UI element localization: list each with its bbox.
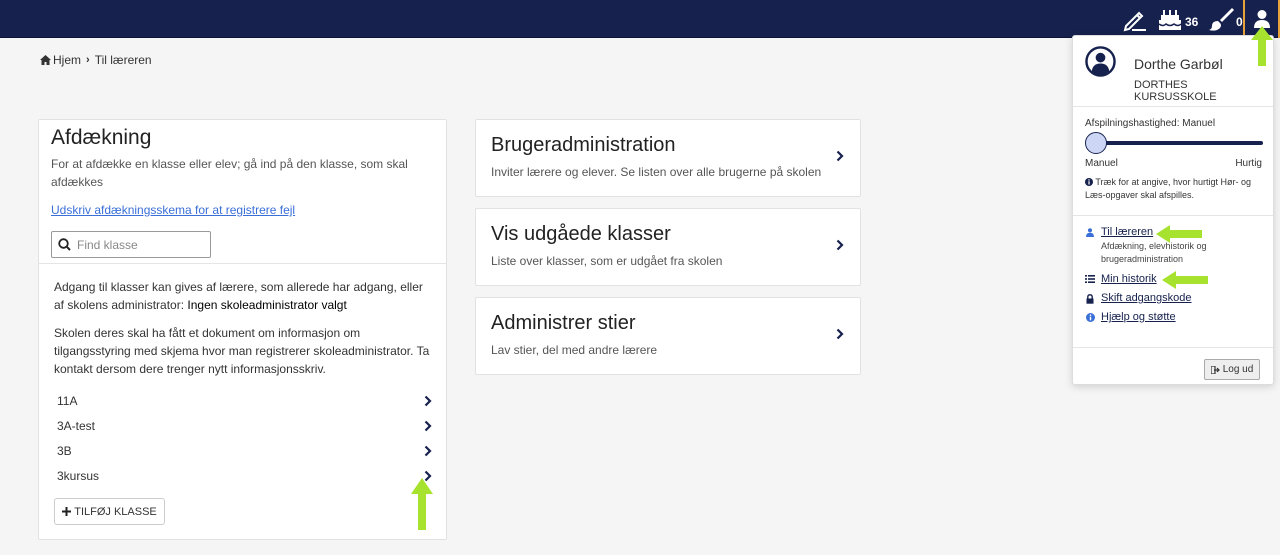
- slider-max-label: Hurtig: [1235, 158, 1262, 169]
- top-navbar: 36 0: [0, 0, 1280, 38]
- annotation-arrow-up-icon: [411, 478, 433, 530]
- search-icon: [58, 238, 71, 251]
- class-name: 11A: [57, 393, 78, 408]
- afdaekning-panel: Afdækning For at afdække en klasse eller…: [38, 119, 447, 540]
- class-row[interactable]: 3A-test: [57, 413, 432, 438]
- class-row[interactable]: 3B: [57, 438, 432, 463]
- card-brugeradministration[interactable]: Brugeradministration Inviter lærere og e…: [475, 119, 861, 197]
- cake-button[interactable]: 36: [1157, 0, 1198, 38]
- speed-hint: Træk for at angive, hvor hurtigt Hør- og…: [1085, 176, 1267, 202]
- menu-link-hjaelp-og-stoette[interactable]: Hjælp og støtte: [1101, 311, 1176, 323]
- pencil-button[interactable]: [1122, 0, 1148, 38]
- afdaekning-description: For at afdække en klasse eller elev; gå …: [51, 157, 408, 189]
- divider: [1073, 106, 1273, 107]
- avatar-icon: [1085, 46, 1116, 77]
- cake-icon: [1158, 10, 1182, 30]
- find-class-input[interactable]: [77, 237, 197, 252]
- card-vis-udgaaede-klasser[interactable]: Vis udgåede klasser Liste over klasser, …: [475, 208, 861, 286]
- menu-item-description: Afdækning, elevhistorik og brugeradminis…: [1101, 241, 1207, 264]
- menu-item-hjaelp-og-stoette[interactable]: Hjælp og støtte: [1085, 311, 1270, 323]
- afdaekning-title: Afdækning: [51, 126, 152, 149]
- menu-link-skift-adgangskode[interactable]: Skift adgangskode: [1101, 292, 1192, 304]
- user-name: Dorthe Garbøl: [1134, 56, 1223, 72]
- class-name: 3kursus: [57, 468, 100, 483]
- brush-count: 0: [1236, 15, 1243, 29]
- plus-icon: [62, 507, 72, 516]
- card-administrer-stier[interactable]: Administrer stier Lav stier, del med and…: [475, 297, 861, 375]
- add-class-label: TILFØJ KLASSE: [74, 505, 157, 518]
- add-class-button[interactable]: TILFØJ KLASSE: [54, 498, 165, 525]
- cake-count: 36: [1185, 15, 1199, 29]
- class-row[interactable]: 11A: [57, 388, 432, 413]
- chevron-right-icon: [424, 420, 432, 431]
- slider-min-label: Manuel: [1085, 158, 1118, 169]
- chevron-right-icon: [424, 445, 432, 456]
- class-row[interactable]: 3kursus: [57, 463, 432, 488]
- breadcrumb: Hjem › Til læreren: [40, 53, 152, 67]
- class-list: 11A 3A-test 3B 3kursus: [57, 388, 432, 488]
- divider: [1073, 347, 1273, 348]
- pencil-icon: [1123, 11, 1146, 32]
- brush-button[interactable]: 0: [1208, 0, 1243, 38]
- tilgang-info: Skolen deres skal ha fått et dokument om…: [54, 326, 430, 376]
- chevron-right-icon: [424, 395, 432, 406]
- sign-out-icon: [1210, 365, 1220, 374]
- card-subtitle: Lav stier, del med andre lærere: [491, 343, 658, 357]
- card-title: Vis udgåede klasser: [491, 223, 671, 245]
- chevron-right-icon: [836, 150, 844, 162]
- chevron-right-icon: [836, 328, 844, 340]
- menu-link-min-historik[interactable]: Min historik: [1101, 273, 1157, 285]
- card-title: Administrer stier: [491, 312, 636, 334]
- logout-button[interactable]: Log ud: [1204, 359, 1260, 380]
- user-school: DORTHES KURSUSSKOLE: [1134, 79, 1217, 103]
- info-icon: [1085, 313, 1095, 322]
- class-name: 3B: [57, 443, 72, 458]
- list-icon: [1085, 275, 1095, 283]
- brush-icon: [1209, 8, 1234, 31]
- breadcrumb-current: Til læreren: [94, 53, 152, 67]
- user-icon: [1086, 228, 1094, 237]
- speed-hint-text: Træk for at angive, hvor hurtigt Hør- og…: [1085, 177, 1252, 200]
- menu-item-skift-adgangskode[interactable]: Skift adgangskode: [1085, 292, 1270, 304]
- access-admin: Ingen skoleadministrator valgt: [187, 298, 347, 312]
- access-info: Adgang til klasser kan gives af lærere, …: [54, 278, 434, 314]
- info-icon: [1085, 178, 1093, 186]
- chevron-right-icon: ›: [86, 54, 90, 66]
- home-icon: [40, 55, 51, 65]
- breadcrumb-home-link[interactable]: Hjem: [53, 53, 81, 67]
- divider: [39, 263, 446, 264]
- speed-slider-track[interactable]: [1095, 141, 1263, 145]
- annotation-arrow-left-icon: [1162, 271, 1208, 289]
- user-dropdown-menu: Dorthe Garbøl DORTHES KURSUSSKOLE Afspil…: [1072, 35, 1274, 385]
- menu-link-til-laereren[interactable]: Til læreren: [1101, 226, 1153, 238]
- class-name: 3A-test: [57, 418, 96, 433]
- logout-label: Log ud: [1222, 364, 1254, 375]
- lock-icon: [1086, 294, 1094, 304]
- speed-label: Afspilningshastighed: Manuel: [1085, 118, 1216, 129]
- card-title: Brugeradministration: [491, 134, 676, 156]
- chevron-right-icon: [836, 239, 844, 251]
- find-class-search[interactable]: [51, 231, 211, 258]
- annotation-arrow-up-icon: [1251, 26, 1273, 66]
- card-subtitle: Liste over klasser, som er udgået fra sk…: [491, 254, 723, 268]
- divider: [1073, 215, 1273, 216]
- annotation-arrow-left-icon: [1156, 225, 1202, 243]
- speed-slider-handle[interactable]: [1085, 132, 1107, 154]
- print-afdaekning-link[interactable]: Udskriv afdækningsskema for at registrer…: [51, 203, 295, 217]
- card-subtitle: Inviter lærere og elever. Se listen over…: [491, 165, 822, 179]
